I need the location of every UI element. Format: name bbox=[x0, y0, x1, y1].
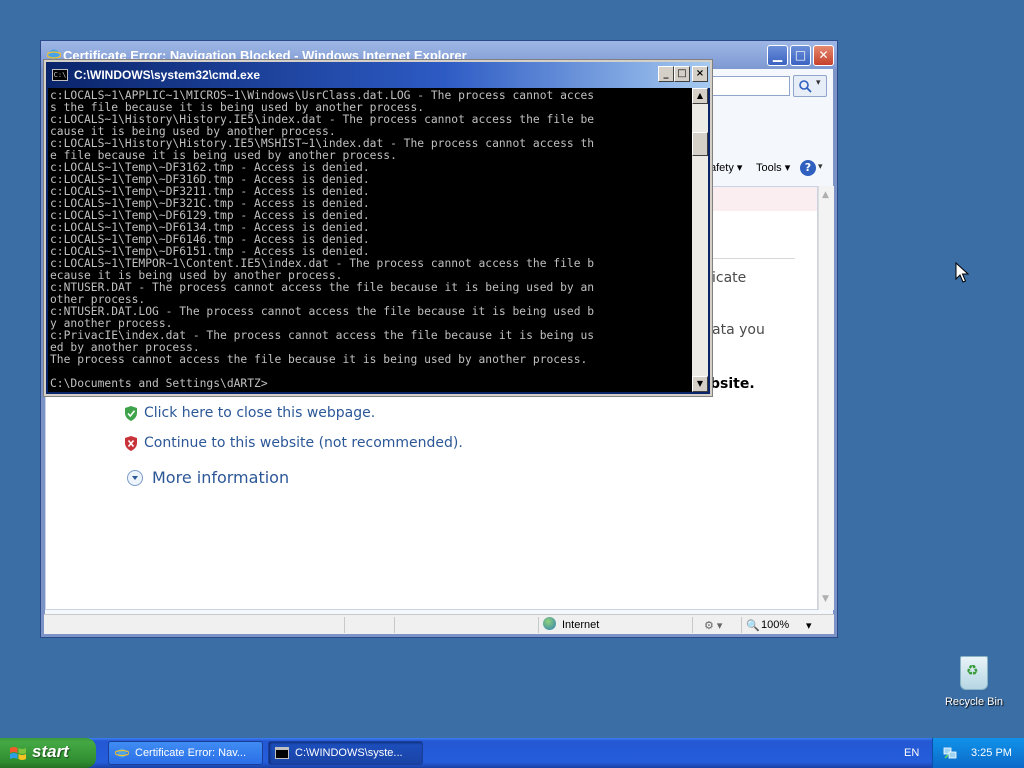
partial-text-3: bsite. bbox=[710, 376, 755, 392]
divider bbox=[705, 258, 795, 259]
recycle-bin-icon[interactable] bbox=[960, 656, 988, 690]
recycle-bin[interactable]: Recycle Bin bbox=[944, 656, 1004, 708]
maximize-button[interactable]: □ bbox=[790, 45, 811, 66]
scroll-up-icon[interactable]: ▲ bbox=[822, 190, 829, 200]
start-label: start bbox=[32, 742, 69, 761]
minimize-button[interactable]: ▁ bbox=[767, 45, 788, 66]
close-webpage-link[interactable]: Click here to close this webpage. bbox=[144, 405, 375, 421]
scroll-down-icon[interactable]: ▼ bbox=[822, 594, 829, 604]
search-input[interactable] bbox=[710, 76, 790, 96]
safety-menu[interactable]: afety ▾ bbox=[710, 161, 742, 174]
partial-text-1: icate bbox=[712, 270, 747, 286]
cmd-scrollbar[interactable]: ▲ ▼ bbox=[692, 88, 708, 392]
cmd-window-title: C:\WINDOWS\system32\cmd.exe bbox=[74, 68, 261, 82]
windows-logo-icon bbox=[10, 747, 26, 760]
cmd-titlebar[interactable]: C:\ C:\WINDOWS\system32\cmd.exe _ □ × bbox=[46, 62, 710, 88]
close-webpage-row[interactable]: Click here to close this webpage. bbox=[124, 405, 375, 421]
network-icon[interactable] bbox=[943, 746, 957, 760]
cmd-minimize-button[interactable]: _ bbox=[658, 66, 674, 82]
cmd-maximize-button[interactable]: □ bbox=[674, 66, 690, 82]
protected-mode-icon[interactable]: ⚙ ▾ bbox=[704, 619, 722, 632]
close-button[interactable]: ✕ bbox=[813, 45, 834, 66]
status-separator bbox=[394, 617, 395, 633]
tools-menu[interactable]: Tools ▾ bbox=[756, 161, 790, 174]
search-button[interactable]: ▾ bbox=[793, 75, 827, 97]
help-icon[interactable]: ? bbox=[800, 160, 816, 176]
continue-website-row[interactable]: Continue to this website (not recommende… bbox=[124, 435, 463, 451]
language-indicator[interactable]: EN bbox=[904, 747, 919, 759]
taskbar-cmd-button[interactable]: C:\WINDOWS\syste... bbox=[268, 741, 423, 765]
help-dropdown-icon[interactable]: ▾ bbox=[818, 162, 823, 172]
zoom-level[interactable]: 100% bbox=[761, 619, 789, 631]
status-separator bbox=[538, 617, 539, 633]
red-shield-icon bbox=[125, 435, 137, 451]
zoom-dropdown-icon[interactable]: ▾ bbox=[806, 619, 812, 632]
recycle-bin-label[interactable]: Recycle Bin bbox=[944, 696, 1004, 708]
chevron-down-icon: ▾ bbox=[816, 78, 821, 88]
status-separator bbox=[344, 617, 345, 633]
scroll-up-icon[interactable]: ▲ bbox=[692, 88, 708, 104]
ie-logo-icon bbox=[115, 748, 129, 758]
taskbar-cmd-label: C:\WINDOWS\syste... bbox=[295, 747, 403, 759]
clock: 3:25 PM bbox=[971, 747, 1012, 759]
taskbar: start Certificate Error: Nav... C:\WINDO… bbox=[0, 738, 1024, 768]
zoom-icon[interactable]: 🔍 bbox=[746, 619, 760, 632]
search-icon bbox=[799, 80, 812, 93]
system-tray: 3:25 PM bbox=[932, 738, 1024, 768]
scroll-down-icon[interactable]: ▼ bbox=[692, 376, 708, 392]
cmd-window[interactable]: C:\ C:\WINDOWS\system32\cmd.exe _ □ × c:… bbox=[43, 59, 713, 397]
taskbar-ie-label: Certificate Error: Nav... bbox=[135, 747, 247, 759]
cmd-close-button[interactable]: × bbox=[692, 66, 708, 82]
green-shield-icon bbox=[125, 405, 137, 421]
more-information-row[interactable]: More information bbox=[127, 468, 289, 487]
status-bar: Internet ⚙ ▾ 🔍 100% ▾ bbox=[44, 614, 834, 634]
page-scrollbar[interactable]: ▲ ▼ bbox=[818, 186, 834, 610]
console-line: C:\Documents and Settings\dARTZ> bbox=[50, 377, 268, 390]
console-output[interactable]: c:LOCALS~1\APPLIC~1\MICROS~1\Windows\Usr… bbox=[48, 88, 692, 392]
continue-website-link[interactable]: Continue to this website (not recommende… bbox=[144, 435, 463, 451]
cmd-icon bbox=[275, 747, 289, 759]
cmd-icon[interactable]: C:\ bbox=[52, 69, 68, 81]
globe-icon bbox=[543, 617, 556, 630]
more-information-link[interactable]: More information bbox=[152, 468, 289, 487]
status-separator bbox=[741, 617, 742, 633]
mouse-cursor-icon bbox=[955, 262, 969, 283]
security-zone: Internet bbox=[562, 619, 600, 631]
scroll-thumb[interactable] bbox=[692, 132, 708, 156]
expand-icon[interactable] bbox=[127, 469, 143, 486]
console-line: The process cannot access the file becau… bbox=[50, 353, 588, 366]
partial-text-2: ata you bbox=[712, 322, 765, 338]
taskbar-ie-button[interactable]: Certificate Error: Nav... bbox=[108, 741, 263, 765]
start-button[interactable]: start bbox=[0, 738, 96, 768]
status-separator bbox=[692, 617, 693, 633]
